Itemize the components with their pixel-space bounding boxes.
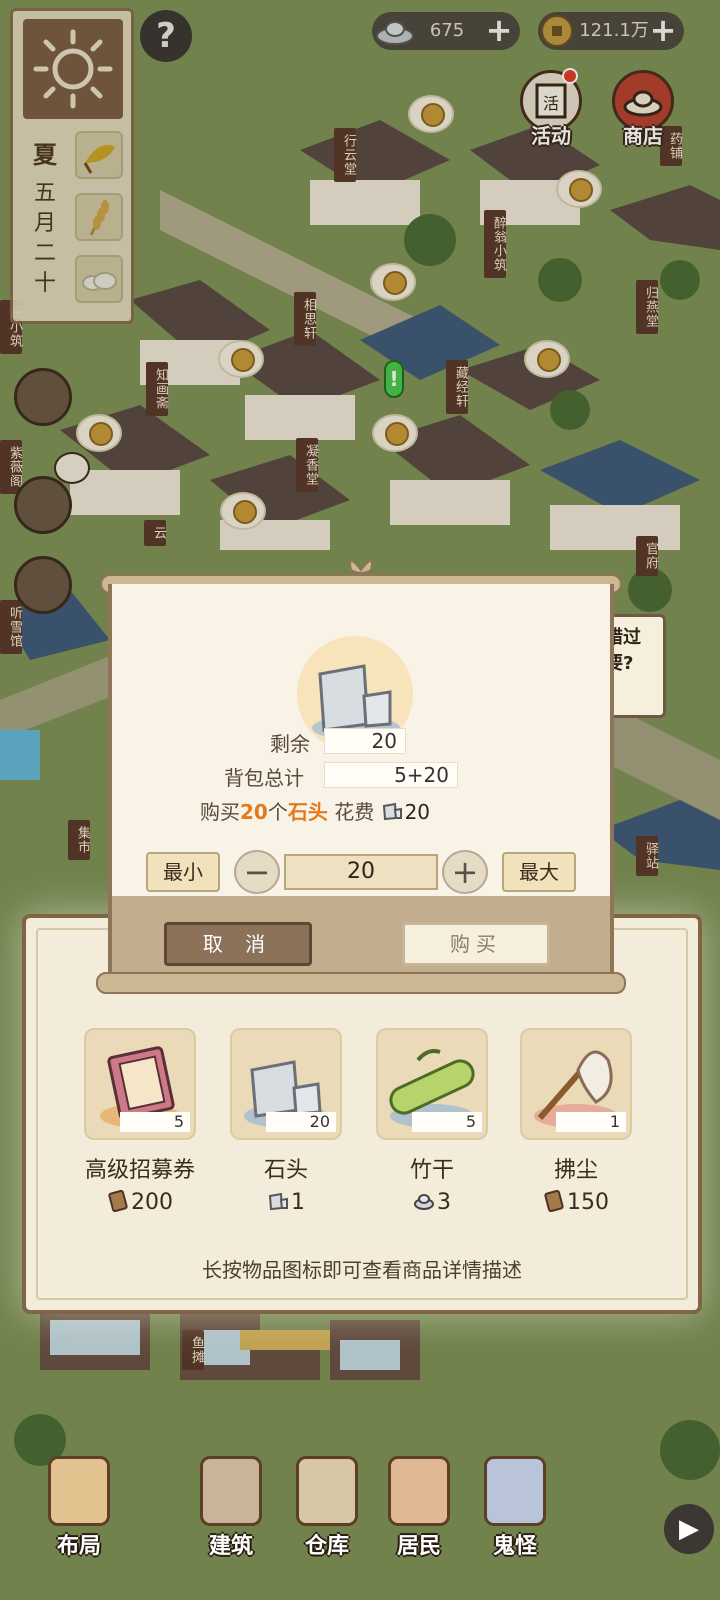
- buy-item-name: 石头: [287, 800, 328, 824]
- buy-dialog: 剩余 20 背包总计 5+20 购买20个石头 花费 20 最小 − 20 + …: [96, 560, 626, 1002]
- buy-prefix: 购买: [200, 800, 240, 824]
- paper-scroll-icon: [108, 1190, 128, 1212]
- remaining-value: 20: [324, 728, 406, 754]
- nav-warehouse[interactable]: 仓库: [282, 1450, 372, 1600]
- price-value: 200: [131, 1190, 173, 1215]
- recruit-ticket-icon[interactable]: 5: [84, 1028, 196, 1140]
- silver-ingot-icon: [414, 1194, 434, 1210]
- item-stock-count: 5: [412, 1112, 482, 1132]
- shop-hint-text: 长按物品图标即可查看商品详情描述: [202, 1258, 522, 1282]
- buy-button[interactable]: 购买: [402, 922, 550, 966]
- min-quantity-button[interactable]: 最小: [146, 852, 220, 892]
- nav-label: 仓库: [304, 1534, 349, 1559]
- shop-item-whisk[interactable]: 1 拂尘 150: [518, 1028, 634, 1215]
- item-price: 200: [82, 1190, 198, 1215]
- scroll-knot-icon: [349, 560, 373, 574]
- cost-label: 花费: [334, 800, 375, 824]
- cost-value: 20: [404, 800, 431, 824]
- item-name: 石头: [263, 1158, 308, 1183]
- buy-unit: 个: [267, 800, 288, 824]
- nav-residents[interactable]: 居民: [374, 1450, 464, 1600]
- nav-building[interactable]: 建筑: [186, 1450, 276, 1600]
- shop-item-bamboo[interactable]: 5 竹干 3: [374, 1028, 490, 1215]
- nav-label: 布局: [56, 1534, 101, 1559]
- nav-layout[interactable]: 布局: [34, 1450, 124, 1600]
- bag-total-label: 背包总计: [224, 766, 304, 790]
- item-name: 竹干: [409, 1158, 454, 1183]
- cancel-button[interactable]: 取 消: [164, 922, 312, 966]
- item-stock-count: 20: [266, 1112, 336, 1132]
- bag-total-value: 5+20: [324, 762, 458, 788]
- price-value: 150: [567, 1190, 609, 1215]
- item-stock-count: 1: [556, 1112, 626, 1132]
- quantity-input[interactable]: 20: [284, 854, 438, 890]
- nav-label: 建筑: [208, 1534, 253, 1559]
- whisk-icon[interactable]: 1: [520, 1028, 632, 1140]
- decrease-button[interactable]: −: [234, 850, 280, 894]
- building-icon: [200, 1456, 262, 1526]
- stone-icon: [382, 802, 402, 821]
- nav-label: 鬼怪: [492, 1534, 537, 1559]
- item-price: 1: [228, 1190, 344, 1215]
- item-name: 高级招募券: [84, 1158, 195, 1183]
- stone-icon[interactable]: 20: [230, 1028, 342, 1140]
- dialog-paper: 剩余 20 背包总计 5+20 购买20个石头 花费 20 最小 − 20 + …: [108, 584, 614, 896]
- scroll-rod-bottom: [96, 972, 626, 994]
- nav-ghosts[interactable]: 鬼怪: [470, 1450, 560, 1600]
- layout-icon: [48, 1456, 110, 1526]
- remaining-label: 剩余: [270, 732, 310, 756]
- paper-scroll-icon: [544, 1190, 564, 1212]
- shop-item-stone[interactable]: 20 石头 1: [228, 1028, 344, 1215]
- price-value: 3: [437, 1190, 451, 1215]
- item-price: 3: [374, 1190, 490, 1215]
- purchase-summary: 购买20个石头 花费 20: [200, 796, 430, 825]
- expand-arrow-button[interactable]: ▶: [664, 1504, 714, 1554]
- max-quantity-button[interactable]: 最大: [502, 852, 576, 892]
- residents-icon: [388, 1456, 450, 1526]
- item-stock-count: 5: [120, 1112, 190, 1132]
- item-name: 拂尘: [553, 1158, 598, 1183]
- buy-quantity: 20: [240, 800, 268, 824]
- nav-label: 居民: [396, 1534, 441, 1559]
- price-value: 1: [291, 1190, 305, 1215]
- stone-icon: [268, 1192, 288, 1211]
- bamboo-icon[interactable]: 5: [376, 1028, 488, 1140]
- warehouse-icon: [296, 1456, 358, 1526]
- item-price: 150: [518, 1190, 634, 1215]
- increase-button[interactable]: +: [442, 850, 488, 894]
- ghost-icon: [484, 1456, 546, 1526]
- chevron-right-icon: ▶: [679, 1514, 699, 1544]
- shop-item-recruit-ticket[interactable]: 5 高级招募券 200: [82, 1028, 198, 1215]
